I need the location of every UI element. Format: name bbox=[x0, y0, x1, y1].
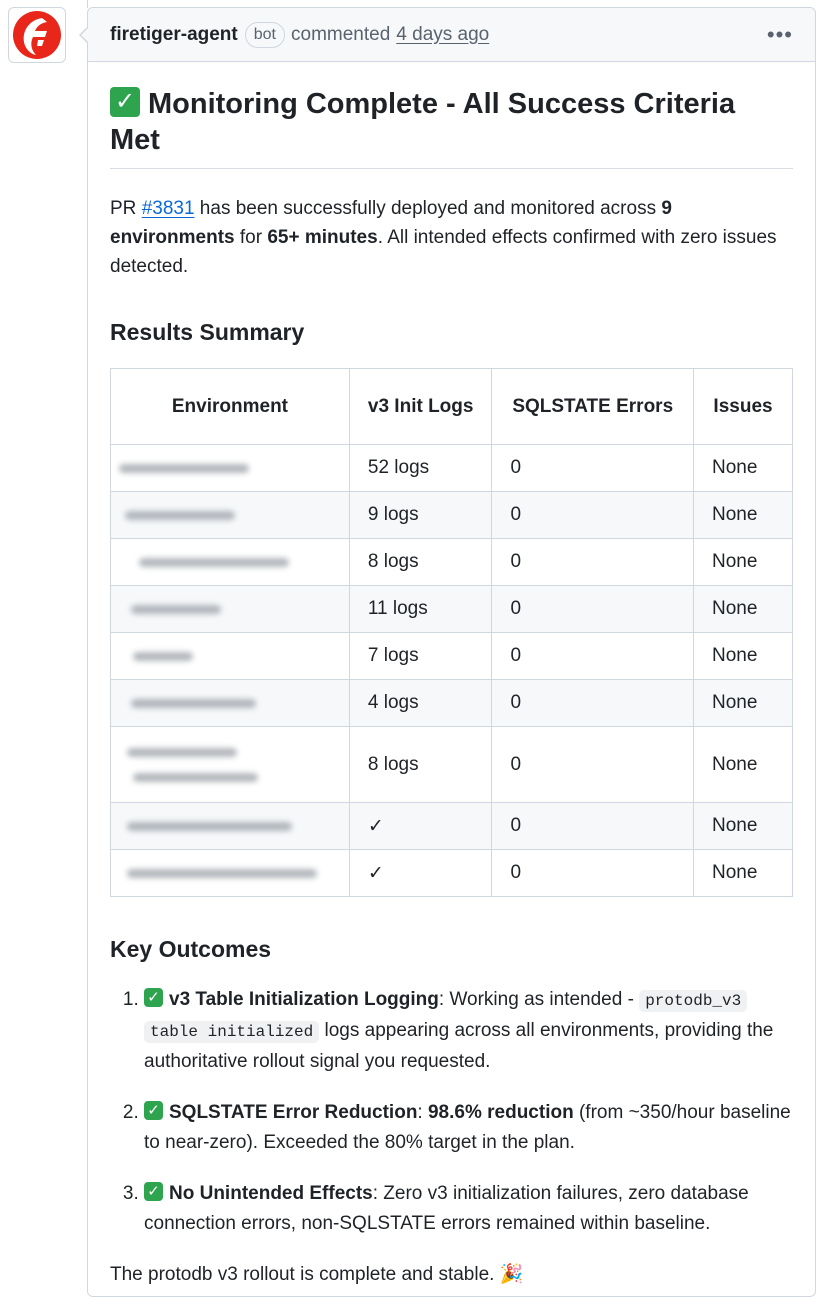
environment-redacted bbox=[110, 585, 350, 633]
intro-text: for bbox=[234, 227, 268, 248]
environment-redacted bbox=[110, 538, 350, 586]
outcome-bold: 98.6% reduction bbox=[427, 1102, 574, 1123]
column-header-issues: Issues bbox=[693, 368, 793, 445]
comment-header: firetiger-agent bot commented 4 days ago… bbox=[88, 8, 815, 62]
closing-paragraph: The protodb v3 rollout is complete and s… bbox=[110, 1260, 793, 1289]
table-row: 11 logs 0 None bbox=[110, 585, 793, 633]
environment-redacted bbox=[110, 491, 350, 539]
table-cell: None bbox=[693, 632, 793, 680]
table-cell: 8 logs bbox=[348, 726, 493, 803]
table-cell: 0 bbox=[491, 726, 694, 803]
pr-link[interactable]: #3831 bbox=[142, 198, 195, 219]
comment-box: firetiger-agent bot commented 4 days ago… bbox=[79, 7, 816, 1297]
table-cell: None bbox=[693, 444, 793, 492]
inline-code: protodb_v3 bbox=[639, 990, 748, 1012]
comment-action: commented bbox=[291, 23, 391, 45]
column-header-sqlstate-errors: SQLSTATE Errors bbox=[491, 368, 694, 445]
table-cell: None bbox=[693, 491, 793, 539]
table-cell: 0 bbox=[491, 849, 694, 897]
table-cell: 8 logs bbox=[348, 538, 493, 586]
table-cell: 0 bbox=[491, 679, 694, 727]
environment-redacted bbox=[110, 726, 350, 803]
check-mark-icon: ✓ bbox=[144, 1182, 163, 1202]
page-title: ✓ Monitoring Complete - All Success Crite… bbox=[110, 62, 793, 169]
avatar[interactable] bbox=[8, 7, 66, 63]
results-table: Environment v3 Init Logs SQLSTATE Errors… bbox=[110, 368, 793, 897]
table-cell: ✓ bbox=[348, 849, 493, 897]
table-row: 7 logs 0 None bbox=[110, 632, 793, 680]
environment-redacted bbox=[110, 444, 350, 492]
table-cell: 0 bbox=[491, 802, 694, 850]
title-text: Monitoring Complete - All Success Criter… bbox=[110, 88, 736, 156]
table-row: 52 logs 0 None bbox=[110, 444, 793, 492]
table-cell: 11 logs bbox=[348, 585, 493, 633]
table-row: 8 logs 0 None bbox=[110, 538, 793, 586]
table-cell: None bbox=[693, 726, 793, 803]
outcomes-list: ✓ v3 Table Initialization Logging: Workin… bbox=[110, 985, 793, 1239]
author-link[interactable]: firetiger-agent bbox=[110, 24, 238, 46]
list-item: ✓ v3 Table Initialization Logging: Workin… bbox=[144, 985, 793, 1077]
table-cell: None bbox=[693, 538, 793, 586]
table-cell: None bbox=[693, 585, 793, 633]
table-cell: None bbox=[693, 802, 793, 850]
table-cell: 0 bbox=[491, 632, 694, 680]
intro-text: has been successfully deployed and monit… bbox=[194, 198, 662, 219]
intro-paragraph: PR #3831 has been successfully deployed … bbox=[110, 194, 793, 281]
closing-text: The protodb v3 rollout is complete and s… bbox=[110, 1264, 500, 1285]
table-cell: 0 bbox=[491, 585, 694, 633]
check-mark-icon: ✓ bbox=[110, 87, 140, 118]
party-popper-icon: 🎉 bbox=[499, 1264, 524, 1285]
column-header-environment: Environment bbox=[110, 368, 350, 445]
intro-text: PR bbox=[110, 198, 142, 219]
table-row: 8 logs 0 None bbox=[110, 726, 793, 803]
table-cell: None bbox=[693, 849, 793, 897]
check-mark-icon: ✓ bbox=[144, 988, 163, 1008]
table-row: ✓ 0 None bbox=[110, 849, 793, 897]
environment-redacted bbox=[110, 632, 350, 680]
environment-redacted bbox=[110, 679, 350, 727]
outcome-text: : Working as intended - bbox=[438, 989, 640, 1010]
table-cell: 52 logs bbox=[348, 444, 493, 492]
table-cell: 4 logs bbox=[348, 679, 493, 727]
table-cell: None bbox=[693, 679, 793, 727]
key-outcomes-heading: Key Outcomes bbox=[110, 936, 272, 962]
table-row: 9 logs 0 None bbox=[110, 491, 793, 539]
table-cell: ✓ bbox=[348, 802, 493, 850]
outcome-label: v3 Table Initialization Logging bbox=[169, 989, 439, 1010]
table-cell: 0 bbox=[491, 444, 694, 492]
table-cell: 7 logs bbox=[348, 632, 493, 680]
table-header-row: Environment v3 Init Logs SQLSTATE Errors… bbox=[110, 368, 793, 445]
list-item: ✓ SQLSTATE Error Reduction: 98.6% reducti… bbox=[144, 1098, 793, 1158]
comment-caret-inner bbox=[81, 27, 89, 43]
table-cell: 9 logs bbox=[348, 491, 493, 539]
outcome-text: : bbox=[417, 1102, 428, 1123]
table-row: ✓ 0 None bbox=[110, 802, 793, 850]
check-mark-icon: ✓ bbox=[144, 1101, 163, 1121]
column-header-v3-init-logs: v3 Init Logs bbox=[348, 368, 493, 445]
timeline-line bbox=[87, 0, 88, 8]
bot-badge: bot bbox=[244, 21, 285, 48]
more-options-icon[interactable]: ••• bbox=[767, 22, 793, 48]
environment-redacted bbox=[110, 802, 350, 850]
timestamp-link[interactable]: 4 days ago bbox=[396, 24, 489, 46]
results-summary-heading: Results Summary bbox=[110, 319, 305, 345]
list-item: ✓No Unintended Effects: Zero v3 initiali… bbox=[144, 1179, 793, 1239]
comment-body: ✓ Monitoring Complete - All Success Crite… bbox=[88, 62, 815, 1289]
firetiger-logo-icon bbox=[13, 11, 61, 59]
table-cell: 0 bbox=[491, 491, 694, 539]
environment-redacted bbox=[110, 849, 350, 897]
inline-code: table initialized bbox=[144, 1021, 320, 1043]
table-cell: 0 bbox=[491, 538, 694, 586]
outcome-label: No Unintended Effects bbox=[169, 1183, 373, 1204]
table-row: 4 logs 0 None bbox=[110, 679, 793, 727]
intro-bold: 65+ minutes bbox=[267, 227, 378, 248]
outcome-label: SQLSTATE Error Reduction bbox=[169, 1102, 418, 1123]
